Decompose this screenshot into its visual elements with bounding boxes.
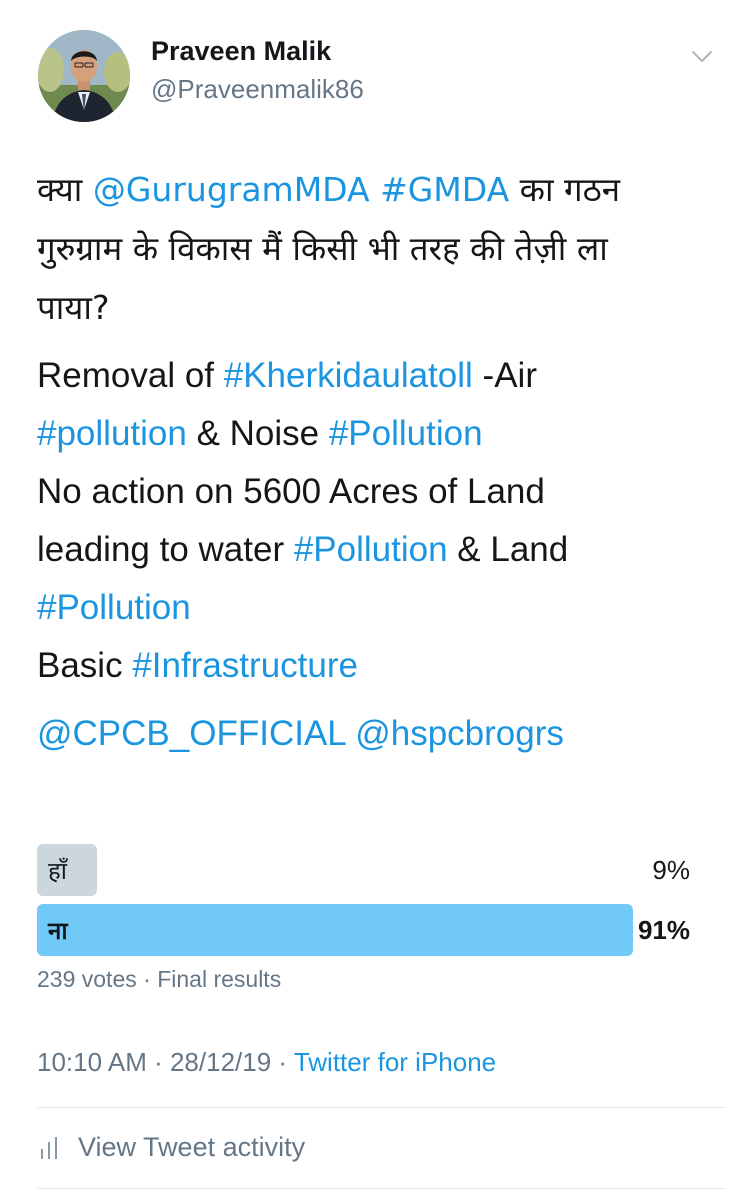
poll-bar xyxy=(37,844,97,896)
mention-link[interactable]: @hspcbrogrs xyxy=(355,714,564,753)
chevron-down-icon[interactable] xyxy=(690,44,714,68)
poll-option-percent: 9% xyxy=(652,855,690,885)
hashtag-link[interactable]: #Pollution xyxy=(294,530,448,569)
tweet-text-run: क्या xyxy=(37,170,93,209)
tweet-text: क्या @GurugramMDA #GMDA का गठन गुरुग्राम… xyxy=(37,160,717,763)
poll-status: Final results xyxy=(157,966,282,992)
hashtag-link[interactable]: #Pollution xyxy=(37,588,191,627)
tweet-text-run: Removal of xyxy=(37,356,224,395)
poll-option-percent: 91% xyxy=(637,915,690,945)
hashtag-link[interactable]: #GMDA xyxy=(380,170,509,209)
tweet-text-run xyxy=(345,714,355,753)
tweet-text-run: leading to water xyxy=(37,530,294,569)
timestamp-separator: · xyxy=(271,1047,294,1077)
divider xyxy=(37,1107,725,1108)
tweet-paragraph-mentions: @CPCB_OFFICIAL @hspcbrogrs xyxy=(37,705,717,763)
tweet-source[interactable]: Twitter for iPhone xyxy=(294,1047,496,1077)
poll: हाँ 9% ना 91% 239 votes · Final results xyxy=(37,844,692,993)
tweet-text-run: Basic xyxy=(37,646,133,685)
poll-separator: · xyxy=(136,966,158,992)
tweet-timestamp: 10:10 AM · 28/12/19 · Twitter for iPhone xyxy=(37,1047,496,1078)
divider xyxy=(37,1188,725,1189)
hashtag-link[interactable]: #Pollution xyxy=(329,414,483,453)
hashtag-link[interactable]: #Kherkidaulatoll xyxy=(224,356,473,395)
poll-options: हाँ 9% ना 91% xyxy=(37,844,692,956)
tweet-text-run: -Air xyxy=(472,356,537,395)
author-handle[interactable]: @Praveenmalik86 xyxy=(151,74,364,105)
tweet-text-run: & Land xyxy=(447,530,569,569)
tweet-line: क्या @GurugramMDA #GMDA का गठन xyxy=(37,170,620,209)
tweet-time[interactable]: 10:10 AM xyxy=(37,1047,147,1077)
tweet-text-run: No action on 5600 Acres of Land xyxy=(37,472,545,511)
poll-option-label: हाँ xyxy=(48,857,67,885)
poll-votes: 239 votes xyxy=(37,966,137,992)
hashtag-link[interactable]: #Infrastructure xyxy=(132,646,358,685)
hashtag-link[interactable]: #pollution xyxy=(37,414,187,453)
avatar-image xyxy=(38,30,130,122)
mention-link[interactable]: @GurugramMDA xyxy=(93,170,370,209)
tweet-date[interactable]: 28/12/19 xyxy=(170,1047,271,1077)
tweet-text-run: का गठन xyxy=(509,170,621,209)
stats-icon xyxy=(41,1136,57,1159)
view-tweet-activity-label: View Tweet activity xyxy=(78,1132,306,1162)
poll-option: ना 91% xyxy=(37,904,692,956)
poll-meta: 239 votes · Final results xyxy=(37,966,692,993)
tweet-text-run xyxy=(370,170,381,209)
poll-bar xyxy=(37,904,634,956)
poll-option: हाँ 9% xyxy=(37,844,692,896)
tweet-text-run: & Noise xyxy=(186,414,329,453)
tweet-header: Praveen Malik @Praveenmalik86 xyxy=(38,30,728,125)
tweet-line: गुरुग्राम के विकास मैं किसी भी तरह की ते… xyxy=(37,229,608,268)
author-name[interactable]: Praveen Malik xyxy=(151,36,331,67)
mention-link[interactable]: @CPCB_OFFICIAL xyxy=(37,714,345,753)
tweet-detail: Praveen Malik @Praveenmalik86 क्या @Guru… xyxy=(0,0,747,1200)
avatar[interactable] xyxy=(38,30,130,122)
tweet-paragraph-english: Removal of #Kherkidaulatoll -Air #polluti… xyxy=(37,347,717,695)
poll-option-label: ना xyxy=(48,917,68,945)
view-tweet-activity-button[interactable]: View Tweet activity xyxy=(40,1132,305,1163)
tweet-paragraph-hindi: क्या @GurugramMDA #GMDA का गठन गुरुग्राम… xyxy=(37,160,717,337)
tweet-line: पाया? xyxy=(37,288,110,327)
timestamp-separator: · xyxy=(146,1047,170,1077)
